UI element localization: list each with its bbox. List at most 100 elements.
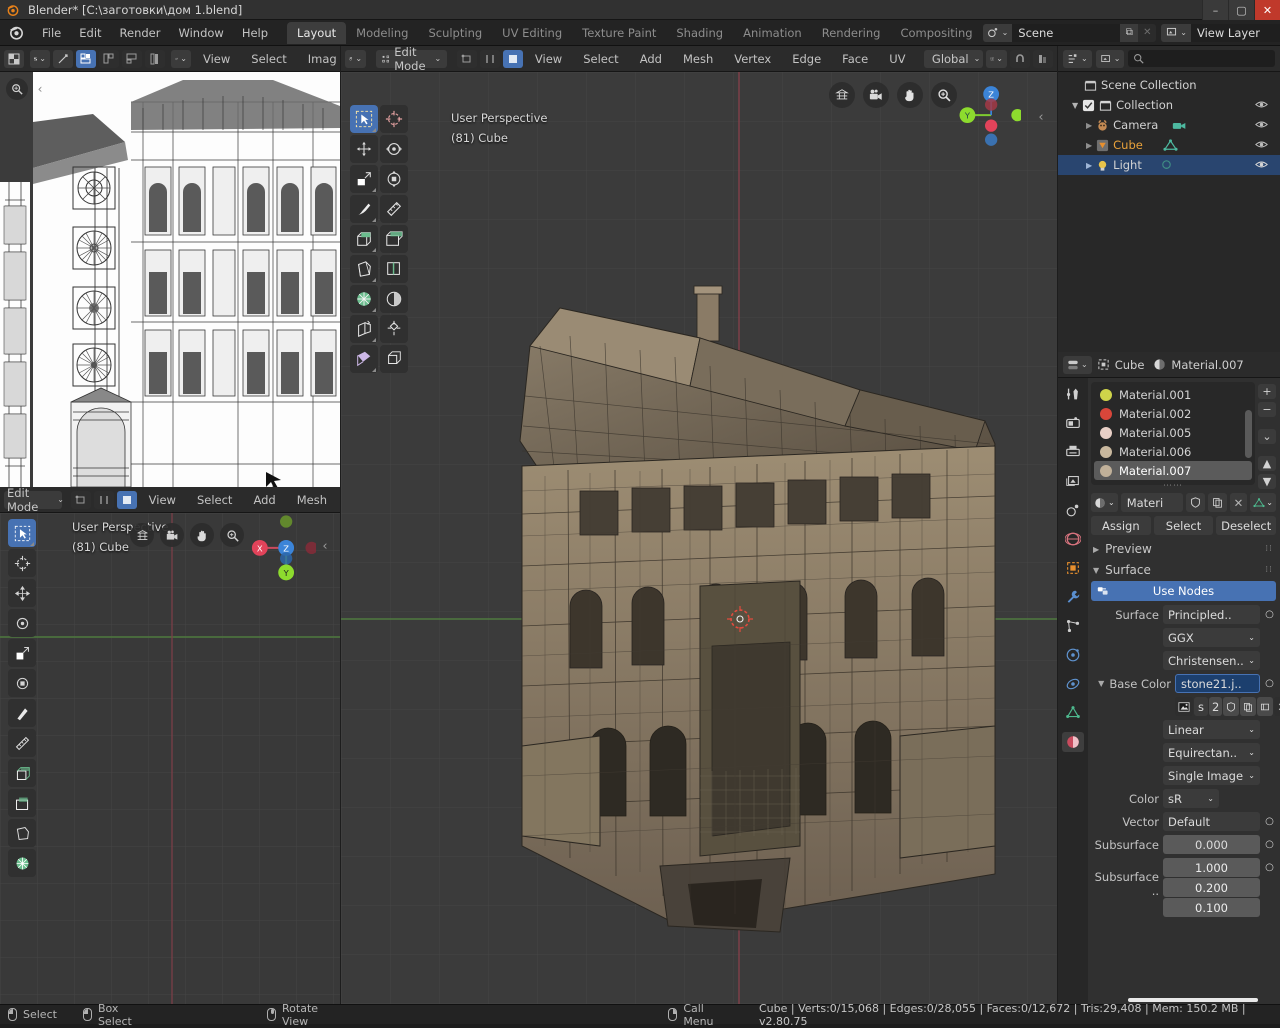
- tool-annotate[interactable]: [8, 699, 36, 727]
- menu-edit[interactable]: Edit: [70, 23, 110, 43]
- tab-world[interactable]: [1062, 529, 1084, 549]
- tab-material[interactable]: [1062, 732, 1084, 752]
- tool-smooth[interactable]: [380, 285, 408, 313]
- expander-icon[interactable]: ▶: [1086, 141, 1092, 150]
- viewport-mode-dropdown[interactable]: Edit Mode ⌄: [375, 46, 448, 71]
- tab-data[interactable]: [1062, 703, 1084, 723]
- viewport-main-gizmo[interactable]: Z Y: [949, 80, 1021, 152]
- snap-magnet-icon[interactable]: [1010, 49, 1030, 68]
- view-layer-icon[interactable]: ⌄: [1161, 23, 1191, 42]
- image-pack-icon[interactable]: [1257, 697, 1274, 716]
- panel-grip-icon[interactable]: ⁞⁞: [1265, 544, 1276, 554]
- tool-transform[interactable]: [380, 165, 408, 193]
- secondary-zoom-icon[interactable]: [220, 523, 244, 547]
- use-nodes-button[interactable]: Use Nodes: [1091, 581, 1276, 601]
- close-button[interactable]: ✕: [1254, 0, 1280, 20]
- image-users-count[interactable]: s: [1194, 697, 1208, 716]
- subsurface-radius-z[interactable]: 0.100: [1163, 898, 1260, 917]
- select-edge-button[interactable]: [479, 49, 500, 68]
- field-surface-value[interactable]: Principled..: [1163, 605, 1260, 624]
- tool-spin[interactable]: [350, 285, 378, 313]
- properties-breadcrumb-object[interactable]: Cube: [1115, 358, 1145, 372]
- material-slot-row[interactable]: Material.006: [1094, 442, 1252, 461]
- tool-extrude-region[interactable]: [350, 225, 378, 253]
- tool-knife[interactable]: [350, 345, 378, 373]
- material-slot-row[interactable]: Material.002: [1094, 404, 1252, 423]
- minimize-button[interactable]: –: [1202, 0, 1228, 20]
- scene-close-button[interactable]: ✕: [1138, 23, 1157, 42]
- uv-zoom-icon[interactable]: [6, 78, 28, 100]
- view-layer-selector[interactable]: ⌄ View Layer ⧉ ✕: [1161, 23, 1280, 42]
- material-name-field[interactable]: Materi: [1120, 493, 1183, 512]
- viewport-secondary-gizmo[interactable]: Z X Y: [244, 513, 316, 583]
- grid-icon[interactable]: [829, 82, 855, 108]
- add-material-slot-button[interactable]: +: [1258, 384, 1276, 399]
- viewport-main-canvas[interactable]: User Perspective (81) Cube Z Y ‹: [341, 72, 1057, 1004]
- viewport-menu-vertex[interactable]: Vertex: [725, 49, 780, 69]
- select-face-button[interactable]: [502, 49, 523, 68]
- tab-layout[interactable]: Layout: [287, 21, 347, 44]
- unlink-material-icon[interactable]: ✕: [1229, 493, 1248, 512]
- panel-grip-icon[interactable]: ⁞⁞: [1265, 565, 1276, 575]
- secondary-menu-view[interactable]: View: [140, 490, 185, 510]
- uv-sticky-mode-dropdown[interactable]: ⌄: [171, 49, 191, 68]
- tool-extrude[interactable]: [8, 759, 36, 787]
- viewport-menu-view[interactable]: View: [526, 49, 571, 69]
- tab-constraint[interactable]: [1062, 674, 1084, 694]
- uv-mode-dropdown[interactable]: ⌄: [30, 49, 50, 68]
- material-list-scrollbar[interactable]: [1245, 410, 1252, 458]
- tool-move[interactable]: [350, 135, 378, 163]
- subsurface-radius-x[interactable]: 1.000: [1163, 858, 1260, 877]
- secondary-grid-icon[interactable]: [130, 523, 154, 547]
- field-color-space-value[interactable]: sR ⌄: [1163, 789, 1219, 808]
- tool-poly-build[interactable]: [380, 345, 408, 373]
- assign-button[interactable]: Assign: [1091, 516, 1151, 535]
- material-slot-row[interactable]: Material.001: [1094, 385, 1252, 404]
- proportional-edit-icon[interactable]: [1033, 49, 1053, 68]
- uv-select-face-button[interactable]: [122, 49, 142, 68]
- uv-menu-view[interactable]: View: [194, 49, 239, 69]
- new-material-copy-icon[interactable]: [1207, 493, 1227, 512]
- tool-edge-slide[interactable]: [350, 315, 378, 343]
- pivot-point-dropdown[interactable]: ⌄: [985, 49, 1007, 68]
- uv-select-edge-button[interactable]: [99, 49, 119, 68]
- move-slot-up-button[interactable]: ▲: [1258, 456, 1276, 471]
- secondary-menu-add[interactable]: Add: [244, 490, 284, 510]
- expander-icon[interactable]: ▶: [1086, 121, 1092, 130]
- vector-socket-icon[interactable]: ○: [1263, 812, 1276, 831]
- tool-select-box[interactable]: [350, 105, 378, 133]
- tab-sculpting[interactable]: Sculpting: [418, 22, 492, 44]
- subsurface-radius-socket-icon[interactable]: ○: [1263, 858, 1276, 877]
- menu-file[interactable]: File: [33, 23, 70, 43]
- visibility-eye-icon[interactable]: [1255, 158, 1268, 171]
- uv-canvas[interactable]: ‹: [0, 72, 340, 487]
- deselect-faces-button[interactable]: Deselect: [1216, 516, 1277, 535]
- uv-menu-image[interactable]: Imag: [299, 49, 340, 69]
- visibility-eye-icon[interactable]: [1255, 98, 1268, 111]
- tab-rendering[interactable]: Rendering: [812, 22, 891, 44]
- outliner-row-collection[interactable]: ▼ Collection: [1058, 95, 1280, 115]
- tool-annotate[interactable]: [350, 195, 378, 223]
- outliner-search-input[interactable]: [1128, 50, 1275, 67]
- tab-particles[interactable]: [1062, 616, 1084, 636]
- blender-menu-icon[interactable]: [8, 24, 25, 41]
- field-source-value[interactable]: Single Image ⌄: [1163, 766, 1260, 785]
- tab-uv-editing[interactable]: UV Editing: [492, 22, 572, 44]
- tab-modifier[interactable]: [1062, 587, 1084, 607]
- material-data-icon[interactable]: ⌄: [1250, 493, 1276, 512]
- properties-editor-type-icon[interactable]: ⌄: [1063, 355, 1092, 374]
- tab-animation[interactable]: Animation: [733, 22, 812, 44]
- expander-icon[interactable]: ▼: [1072, 101, 1078, 110]
- chevron-down-icon[interactable]: ▼: [1098, 679, 1104, 688]
- surface-socket-icon[interactable]: ○: [1263, 605, 1276, 624]
- hand-icon[interactable]: [897, 82, 923, 108]
- tool-inset-faces[interactable]: [380, 225, 408, 253]
- tool-shrink-fatten[interactable]: [380, 315, 408, 343]
- image-user-number[interactable]: 2: [1209, 697, 1223, 716]
- select-faces-button[interactable]: Select: [1153, 516, 1214, 535]
- tab-scene[interactable]: [1062, 500, 1084, 520]
- subsurface-socket-icon[interactable]: ○: [1263, 835, 1276, 854]
- material-slot-row-selected[interactable]: Material.007: [1094, 461, 1252, 480]
- secondary-hand-icon[interactable]: [190, 523, 214, 547]
- scene-icon[interactable]: ⌄: [982, 23, 1013, 42]
